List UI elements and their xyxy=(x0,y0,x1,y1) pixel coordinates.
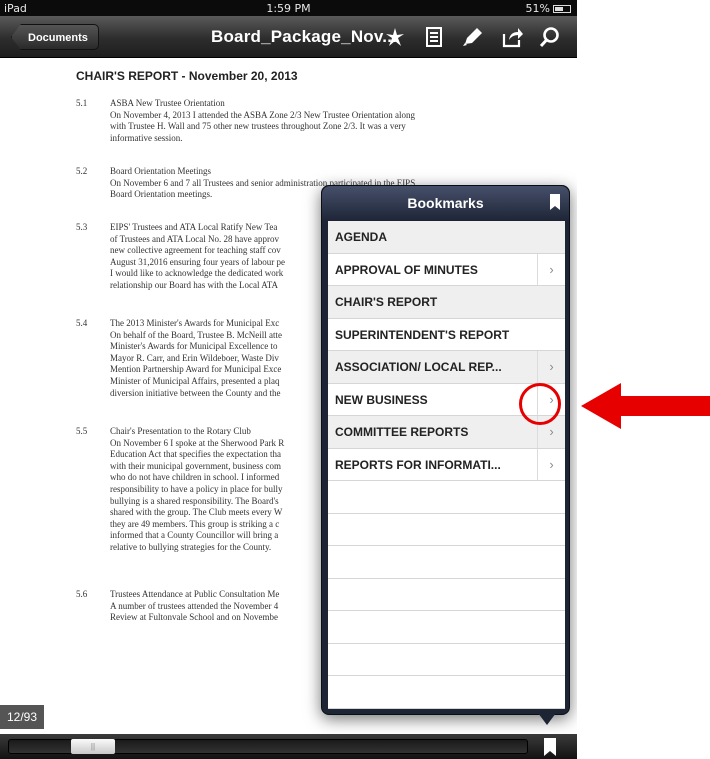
empty-row xyxy=(328,546,565,579)
section-number: 5.3 xyxy=(76,222,88,232)
chevron-right-icon[interactable]: › xyxy=(537,448,565,480)
bookmark-icon[interactable] xyxy=(550,194,560,210)
arrow-shape xyxy=(581,383,710,429)
bookmark-item[interactable]: APPROVAL OF MINUTES › xyxy=(328,253,565,286)
scrubber-thumb[interactable]: || xyxy=(71,739,115,754)
section-number: 5.6 xyxy=(76,589,88,599)
empty-row xyxy=(328,579,565,611)
empty-row xyxy=(328,514,565,546)
search-icon[interactable] xyxy=(538,26,562,48)
bookmark-item[interactable]: SUPERINTENDENT'S REPORT xyxy=(328,319,565,351)
document-title: Board_Package_Nov... xyxy=(211,27,398,46)
bookmark-label: CHAIR'S REPORT xyxy=(335,295,438,309)
bookmark-item[interactable]: REPORTS FOR INFORMATI... › xyxy=(328,448,565,481)
empty-row xyxy=(328,676,565,709)
bookmark-icon[interactable] xyxy=(543,738,557,756)
battery-percent: 51% xyxy=(525,2,550,15)
section-line: with Trustee H. Wall and 75 other new tr… xyxy=(110,121,406,132)
document-heading: CHAIR'S REPORT - November 20, 2013 xyxy=(76,69,298,83)
bookmark-label: APPROVAL OF MINUTES xyxy=(335,262,478,277)
annotate-icon[interactable] xyxy=(383,26,407,48)
bookmark-item[interactable]: ASSOCIATION/ LOCAL REP... › xyxy=(328,351,565,384)
section-number: 5.2 xyxy=(76,166,88,176)
pointer-arrow xyxy=(581,383,710,429)
section-line: Board Orientation Meetings xyxy=(110,166,211,176)
clock: 1:59 PM xyxy=(266,2,311,15)
bookmarks-popover: Bookmarks AGENDA APPROVAL OF MINUTES › CHAI… xyxy=(321,185,570,715)
section-number: 5.4 xyxy=(76,318,88,328)
bookmark-label: COMMITTEE REPORTS xyxy=(335,425,469,439)
empty-row xyxy=(328,481,565,514)
bookmark-item[interactable]: CHAIR'S REPORT xyxy=(328,286,565,319)
bookmark-label: REPORTS FOR INFORMATI... xyxy=(335,457,501,472)
bookmark-label: AGENDA xyxy=(335,230,388,244)
chevron-right-icon[interactable]: › xyxy=(537,351,565,383)
popover-title: Bookmarks xyxy=(407,195,484,211)
popover-arrow xyxy=(538,713,556,725)
page-scrubber: || xyxy=(0,734,577,759)
documents-back-button[interactable]: Documents xyxy=(11,24,99,50)
bookmark-label: NEW BUSINESS xyxy=(335,392,428,407)
empty-row xyxy=(328,644,565,676)
battery-icon xyxy=(553,4,571,13)
section-line: ASBA New Trustee Orientation xyxy=(110,98,225,108)
section-number: 5.1 xyxy=(76,98,88,108)
page-indicator: 12/93 xyxy=(0,705,44,729)
toolbar: Documents Board_Package_Nov... xyxy=(0,16,577,58)
bookmark-label: ASSOCIATION/ LOCAL REP... xyxy=(335,360,502,374)
section-line: informative session. xyxy=(110,132,183,143)
ipad-screen: iPad 1:59 PM 51% Documents Board_Package… xyxy=(0,0,577,759)
highlight-circle xyxy=(519,383,561,425)
status-bar: iPad 1:59 PM 51% xyxy=(0,0,577,16)
chevron-right-icon[interactable]: › xyxy=(537,253,565,285)
pen-icon[interactable] xyxy=(461,26,485,48)
bookmark-list: AGENDA APPROVAL OF MINUTES › CHAIR'S REPORT… xyxy=(328,221,565,709)
empty-row xyxy=(328,611,565,644)
section-number: 5.5 xyxy=(76,426,88,436)
thumbnails-icon[interactable] xyxy=(422,26,446,48)
popover-header: Bookmarks xyxy=(322,186,569,220)
share-icon[interactable] xyxy=(500,26,524,48)
bookmark-item[interactable]: AGENDA xyxy=(328,221,565,254)
bookmark-label: SUPERINTENDENT'S REPORT xyxy=(335,327,510,342)
section-line: On November 4, 2013 I attended the ASBA … xyxy=(110,109,415,120)
